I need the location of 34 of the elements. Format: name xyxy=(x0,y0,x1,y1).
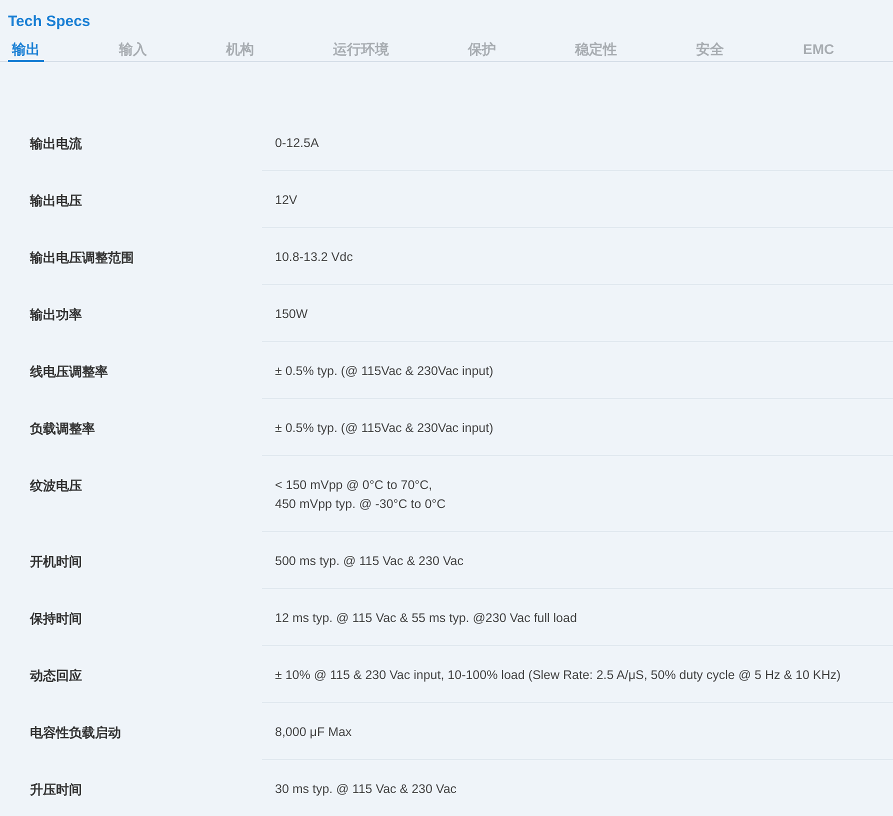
tab[interactable]: 稳定性 xyxy=(571,40,621,62)
spec-name: 输出电压 xyxy=(28,192,83,210)
tab[interactable]: 机构 xyxy=(222,40,258,62)
spec-value: 10.8-13.2 Vdc xyxy=(275,250,353,264)
tab[interactable]: 输入 xyxy=(115,40,151,62)
tab[interactable]: 输出 xyxy=(8,40,44,62)
spec-value: 12V xyxy=(275,193,298,207)
spec-value: 30 ms typ. @ 115 Vac & 230 Vac xyxy=(275,782,457,796)
spec-value: ± 0.5% typ. (@ 115Vac & 230Vac input) xyxy=(275,364,494,378)
spec-name: 输出电流 xyxy=(28,135,83,153)
tab[interactable]: 安全 xyxy=(692,40,728,62)
tab[interactable]: EMC xyxy=(799,40,838,62)
spec-value: 0-12.5A xyxy=(275,136,319,150)
spec-name: 线电压调整率 xyxy=(28,363,109,381)
spec-name: 输出电压调整范围 xyxy=(28,249,135,267)
spec-name: 动态回应 xyxy=(28,667,83,685)
section-title: Tech Specs xyxy=(7,12,92,32)
spec-value: 500 ms typ. @ 115 Vac & 230 Vac xyxy=(275,554,464,568)
spec-name: 纹波电压 xyxy=(28,477,83,495)
spec-value: ± 0.5% typ. (@ 115Vac & 230Vac input) xyxy=(275,421,494,435)
spec-value: 150W xyxy=(275,307,308,321)
spec-value: 8,000 μF Max xyxy=(275,725,352,739)
spec-name: 保持时间 xyxy=(28,610,83,628)
spec-name: 负载调整率 xyxy=(28,420,96,438)
spec-name: 输出功率 xyxy=(28,306,83,324)
spec-name: 电容性负载启动 xyxy=(29,724,122,742)
spec-name: 开机时间 xyxy=(29,553,83,571)
spec-value: 12 ms typ. @ 115 Vac & 55 ms typ. @230 Vac full load xyxy=(275,611,577,625)
spec-value: ± 10% @ 115 & 230 Vac input, 10-100% load (Slew Rate: 2.5 A/μS, 50% duty cycle @ 5 Hz & 10 KHz) xyxy=(275,668,841,682)
tab[interactable]: 运行环境 xyxy=(329,40,393,62)
spec-value: 450 mVpp typ. @ -30°C to 0°C xyxy=(275,497,446,511)
tab[interactable]: 保护 xyxy=(464,40,500,62)
spec-value: < 150 mVpp @ 0°C to 70°C, xyxy=(275,478,432,492)
spec-name: 升压时间 xyxy=(29,781,83,799)
